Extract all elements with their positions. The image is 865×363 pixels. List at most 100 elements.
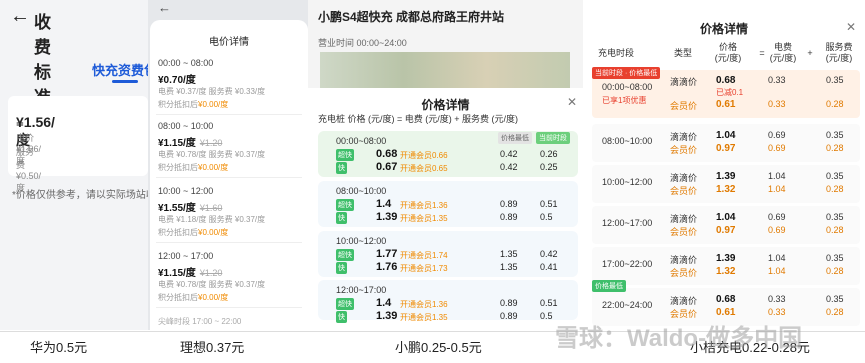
price-value: 1.76: [376, 261, 398, 273]
member-service-fee: 0.28: [826, 184, 844, 194]
back-arrow-icon[interactable]: ←: [10, 5, 30, 28]
header-cell: =: [759, 48, 765, 58]
didi-electricity-fee: 1.04: [768, 171, 786, 181]
slot-price-value: ¥1.15/度: [158, 138, 196, 149]
header-cell: 服务费 (元/度): [825, 42, 853, 63]
disclaimer-note: *价格仅供参考，请以实际场站收费为准: [12, 190, 148, 201]
price-type-member: 会员价: [670, 145, 698, 155]
row-time: 10:00~12:00: [602, 177, 653, 187]
charger-type-chip: 超快: [336, 249, 354, 261]
price-type-member: 会员价: [670, 101, 698, 111]
member-price: 开通会员1.36: [400, 300, 448, 309]
member-price: 开通会员1.74: [400, 251, 448, 260]
electricity-fee: 0.42: [500, 162, 518, 172]
member-price: 开通会员0.65: [400, 164, 448, 173]
slot-time: 08:00 ~ 10:00: [158, 121, 214, 131]
price-type-didi: 滴滴价: [670, 132, 698, 142]
slot-points-label: 积分抵扣后: [158, 163, 198, 172]
member-service-fee: 0.28: [826, 99, 844, 109]
slot-points: 积分抵扣后¥0.00/度: [158, 162, 228, 173]
slot-price-value: ¥1.15/度: [158, 268, 196, 279]
didi-service-fee: 0.35: [826, 294, 844, 304]
more-slot: 尖峰时段 17:00 ~ 22:00: [158, 317, 242, 326]
price-value: 0.67: [376, 161, 398, 173]
price-value: 1.39: [376, 211, 398, 223]
close-icon[interactable]: ✕: [846, 20, 856, 34]
price-type-didi: 滴滴价: [670, 296, 698, 306]
price-value: 0.68: [376, 148, 398, 160]
member-price: 开通会员1.35: [400, 214, 448, 223]
price-type-member: 会员价: [670, 186, 698, 196]
didi-price: 1.04: [716, 212, 736, 223]
slot-original-price: ¥1.60: [199, 203, 223, 213]
header-cell: +: [807, 48, 813, 58]
header-cell: 价格 (元/度): [714, 42, 742, 63]
slot-points: 积分抵扣后¥0.00/度: [158, 292, 228, 303]
sheet-title: 价格详情: [699, 22, 748, 36]
price-header: 充电桩 价格 (元/度) = 电费 (元/度) + 服务费 (元/度): [318, 114, 519, 124]
charger-type-chip: 快: [336, 311, 347, 323]
slot-points: 积分抵扣后¥0.00/度: [158, 99, 228, 110]
member-service-fee: 0.28: [826, 307, 844, 317]
didi-electricity-fee: 0.33: [768, 294, 786, 304]
price-type-didi: 滴滴价: [670, 255, 698, 265]
row-time: 08:00~10:00: [602, 136, 653, 146]
charger-type-chip: 快: [336, 162, 347, 174]
station-name: 小鹏S4超快充 成都总府路王府井站: [318, 10, 505, 24]
slot-divider: [156, 177, 302, 178]
service-fee: 0.5: [540, 212, 553, 222]
didi-electricity-fee: 0.69: [768, 130, 786, 140]
slot-points-label: 积分抵扣后: [158, 100, 198, 109]
charger-type-chip: 超快: [336, 199, 354, 211]
service-fee: 0.51: [540, 298, 558, 308]
price-type-didi: 滴滴价: [670, 77, 698, 87]
member-price: 开通会员1.35: [400, 313, 448, 322]
slot-price: ¥1.15/度 ¥1.20: [158, 264, 222, 279]
row-discount: 已享1项优惠: [602, 96, 647, 105]
close-icon[interactable]: ✕: [567, 95, 577, 109]
didi-price: 1.04: [716, 130, 736, 141]
didi-service-fee: 0.35: [826, 253, 844, 263]
back-arrow-icon[interactable]: ←: [158, 0, 171, 15]
group-time: 12:00~17:00: [336, 285, 387, 295]
slot-points-value: ¥0.00/度: [198, 293, 229, 302]
member-service-fee: 0.28: [826, 266, 844, 276]
member-electricity-fee: 1.04: [768, 184, 786, 194]
group-time: 10:00~12:00: [336, 236, 387, 246]
slot-divider: [156, 307, 302, 308]
slot-price-value: ¥0.70/度: [158, 75, 196, 86]
watermark: 雪球：Waldo-做多中国: [555, 325, 803, 352]
member-price: 0.97: [716, 143, 736, 154]
member-service-fee: 0.28: [826, 225, 844, 235]
row-time: 12:00~17:00: [602, 218, 653, 228]
row-time: 22:00~24:00: [602, 300, 653, 310]
member-price: 0.97: [716, 225, 736, 236]
didi-electricity-fee: 0.69: [768, 212, 786, 222]
header-cell: 类型: [673, 48, 692, 58]
group-time: 00:00~08:00: [336, 136, 387, 146]
status-badge: 当前时段 · 价格最低: [592, 67, 661, 79]
didi-service-fee: 0.35: [826, 212, 844, 222]
member-electricity-fee: 0.69: [768, 143, 786, 153]
member-price: 开通会员0.66: [400, 151, 448, 160]
didi-electricity-fee: 0.33: [768, 75, 786, 85]
didi-price: 0.68: [716, 294, 736, 305]
caption-xiaopeng: 小鹏0.25-0.5元: [395, 340, 482, 355]
row-time: 00:00~08:00: [602, 82, 653, 92]
didi-service-fee: 0.35: [826, 130, 844, 140]
slot-price: ¥0.70/度: [158, 71, 196, 86]
discount-amount: 已减0.1: [716, 88, 744, 97]
sheet-title: 电价详情: [209, 37, 249, 48]
member-electricity-fee: 1.04: [768, 266, 786, 276]
electricity-fee: 0.89: [500, 199, 518, 209]
service-fee: 0.5: [540, 311, 553, 321]
slot-points: 积分抵扣后¥0.00/度: [158, 227, 228, 238]
slot-detail: 电费 ¥0.78/度 服务费 ¥0.37/度: [158, 280, 266, 289]
didi-service-fee: 0.35: [826, 75, 844, 85]
slot-time: 10:00 ~ 12:00: [158, 186, 214, 196]
price-value: 1.39: [376, 310, 398, 322]
didi-price: 1.39: [716, 171, 736, 182]
service-fee: 0.41: [540, 262, 558, 272]
price-type-didi: 滴滴价: [670, 214, 698, 224]
price-type-member: 会员价: [670, 268, 698, 278]
